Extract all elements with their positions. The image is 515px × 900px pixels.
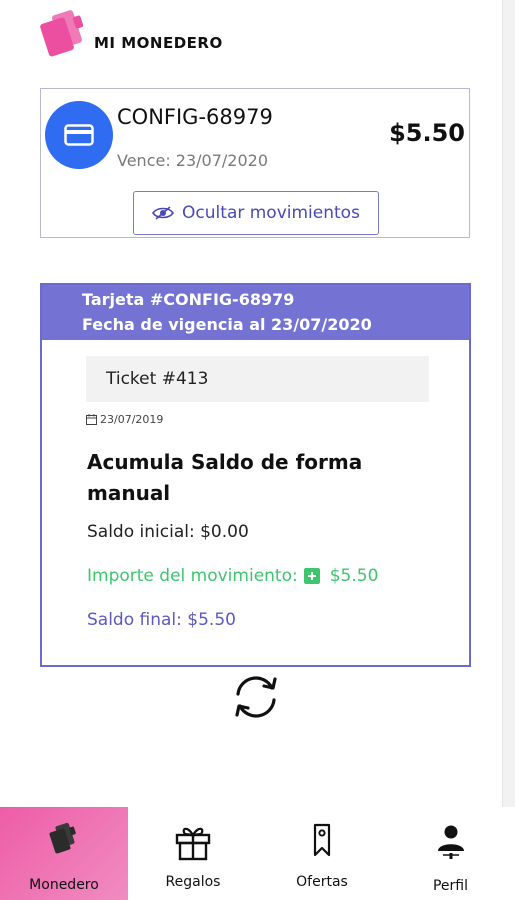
movement-amount-label: Importe del movimiento:	[87, 566, 298, 586]
nav-label-monedero: Monedero	[29, 877, 99, 893]
detail-card-number: Tarjeta #CONFIG-68979	[82, 290, 295, 309]
wallet-logo-icon	[38, 10, 90, 58]
movement-detail-card: Tarjeta #CONFIG-68979 Fecha de vigencia …	[40, 283, 471, 667]
tag-icon	[313, 823, 331, 857]
ticket-date: 23/07/2019	[86, 413, 163, 426]
movement-amount: Importe del movimiento: $5.50	[87, 566, 378, 586]
plus-icon	[303, 568, 320, 584]
detail-header: Tarjeta #CONFIG-68979 Fecha de vigencia …	[42, 285, 469, 340]
wallet-icon	[49, 822, 76, 854]
nav-label-regalos: Regalos	[165, 874, 221, 890]
ticket-label: Ticket #413	[86, 356, 429, 402]
card-summary: CONFIG-68979 Vence: 23/07/2020 $5.50 Ocu…	[40, 88, 470, 238]
bottom-nav: Monedero Regalos Ofertas Perfil	[0, 807, 515, 900]
detail-validity: Fecha de vigencia al 23/07/2020	[82, 315, 372, 334]
user-icon	[437, 825, 464, 859]
nav-label-ofertas: Ofertas	[296, 874, 348, 890]
initial-balance: Saldo inicial: $0.00	[87, 522, 249, 542]
app-header: MI MONEDERO	[38, 8, 223, 58]
movement-amount-value: $5.50	[329, 566, 379, 586]
nav-item-regalos[interactable]: Regalos	[128, 807, 258, 900]
nav-item-monedero[interactable]: Monedero	[0, 807, 128, 900]
card-balance: $5.50	[389, 119, 465, 147]
card-expiry: Vence: 23/07/2020	[117, 151, 269, 170]
hide-movements-button[interactable]: Ocultar movimientos	[133, 191, 379, 235]
nav-label-perfil: Perfil	[432, 878, 469, 894]
eye-slash-icon	[152, 206, 175, 220]
scrollbar-track[interactable]	[502, 0, 515, 810]
hide-movements-label: Ocultar movimientos	[182, 203, 360, 223]
nav-item-ofertas[interactable]: Ofertas	[258, 807, 386, 900]
app-title: MI MONEDERO	[94, 34, 223, 52]
refresh-icon[interactable]	[230, 672, 282, 722]
credit-card-icon	[45, 101, 113, 169]
gift-icon	[175, 827, 211, 861]
movement-title: Acumula Saldo de forma manual	[87, 450, 363, 505]
card-code: CONFIG-68979	[117, 105, 273, 129]
calendar-icon	[86, 414, 97, 425]
final-balance: Saldo final: $5.50	[87, 610, 236, 630]
ticket-date-text: 23/07/2019	[100, 413, 164, 426]
nav-item-perfil[interactable]: Perfil	[386, 807, 515, 900]
